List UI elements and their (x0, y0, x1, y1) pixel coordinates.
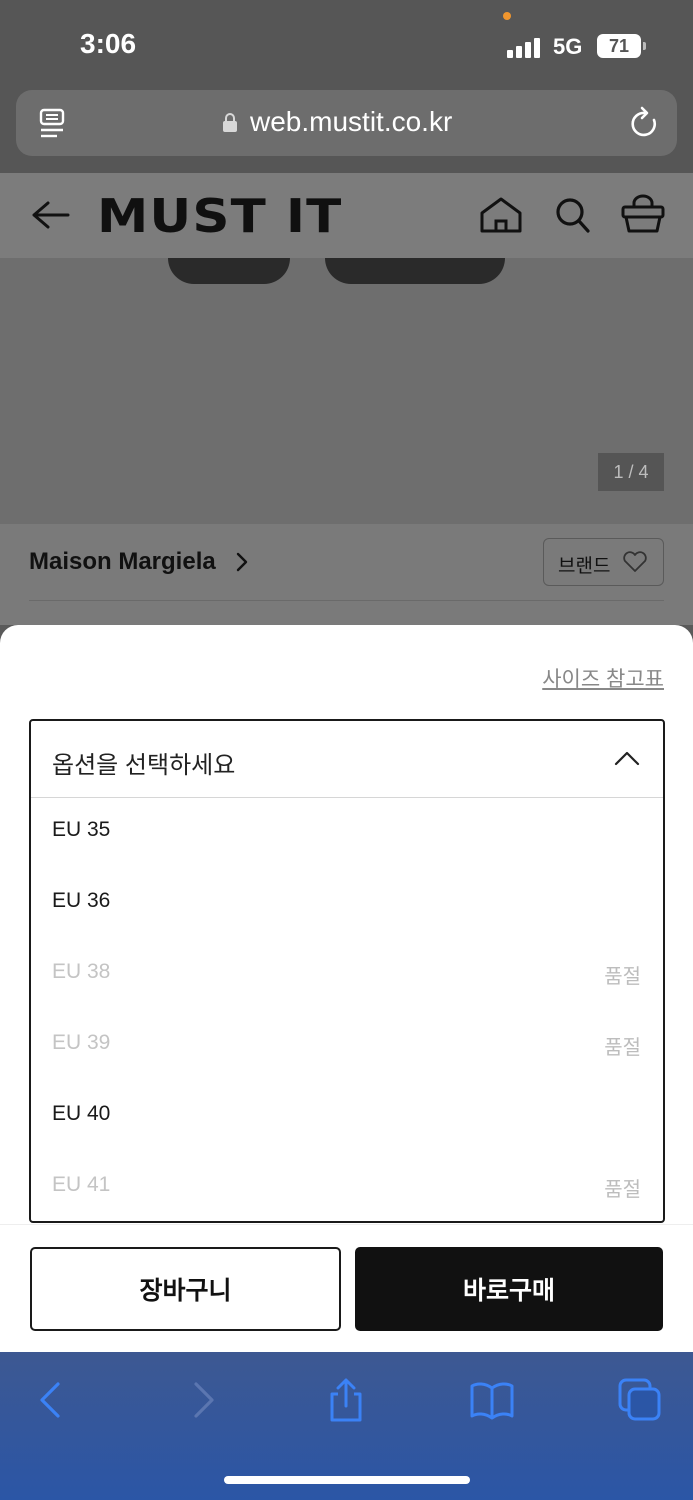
status-time: 3:06 (80, 28, 137, 59)
select-placeholder: 옵션을 선택하세요 (52, 752, 236, 779)
option-label: EU 40 (52, 1102, 111, 1125)
option-label: EU 35 (52, 818, 111, 841)
forward-icon (194, 1382, 214, 1418)
tabs-icon[interactable] (618, 1378, 662, 1422)
battery-icon: 71 (597, 34, 641, 58)
bookmarks-icon[interactable] (470, 1378, 514, 1422)
option-label: EU 36 (52, 889, 111, 912)
brand-like-button[interactable]: 브랜드 (543, 538, 664, 586)
heart-icon (623, 551, 647, 572)
chevron-up-icon[interactable] (614, 750, 640, 766)
brand-row: Maison Margiela 브랜드 (0, 524, 693, 625)
option-item[interactable]: EU 40 (31, 1082, 663, 1153)
purchase-action-bar: 장바구니 바로구매 (0, 1224, 693, 1352)
size-guide-link[interactable]: 사이즈 참고표 (542, 663, 664, 693)
option-label: EU 41 (52, 1173, 111, 1196)
signal-strength-icon (507, 36, 543, 58)
site-logo[interactable]: MUST IT (97, 189, 342, 243)
chevron-right-icon[interactable] (236, 552, 248, 572)
cart-icon[interactable] (620, 193, 666, 235)
shoe-sole-right (325, 258, 505, 284)
option-label: EU 38 (52, 960, 111, 983)
add-to-cart-button[interactable]: 장바구니 (30, 1247, 341, 1331)
reload-icon[interactable] (630, 106, 660, 140)
option-item[interactable]: EU 36 (31, 869, 663, 940)
option-list: EU 35 EU 36 EU 38 품절 EU 39 품절 EU 40 EU 4… (31, 798, 663, 1221)
soldout-badge: 품절 (604, 1179, 641, 1201)
status-bar: 3:06 5G 71 (0, 0, 693, 90)
shoe-sole-left (168, 258, 290, 284)
option-item-soldout: EU 41 품절 (31, 1153, 663, 1221)
browser-top-bar: web.mustit.co.kr (0, 90, 693, 173)
home-indicator (224, 1476, 470, 1484)
network-type: 5G (553, 34, 583, 59)
soldout-badge: 품절 (604, 966, 641, 988)
battery-tip (643, 42, 646, 50)
option-item-soldout: EU 38 품절 (31, 940, 663, 1011)
search-icon[interactable] (553, 195, 591, 235)
brand-like-label: 브랜드 (558, 556, 611, 577)
share-icon[interactable] (324, 1378, 368, 1422)
option-label: EU 39 (52, 1031, 111, 1054)
buy-now-button[interactable]: 바로구매 (355, 1247, 663, 1331)
privacy-indicator-dot (503, 12, 511, 20)
option-item-soldout: EU 39 품절 (31, 1011, 663, 1082)
option-item[interactable]: EU 35 (31, 798, 663, 869)
option-select-header[interactable]: 옵션을 선택하세요 (31, 721, 663, 798)
lock-icon (223, 113, 237, 132)
url-text[interactable]: web.mustit.co.kr (250, 106, 452, 138)
option-select[interactable]: 옵션을 선택하세요 EU 35 EU 36 EU 38 품절 EU 39 품절 (29, 719, 665, 1223)
brand-name[interactable]: Maison Margiela (29, 548, 216, 576)
reader-icon[interactable] (38, 108, 66, 140)
site-header: MUST IT (0, 173, 693, 258)
soldout-badge: 품절 (604, 1037, 641, 1059)
address-bar[interactable]: web.mustit.co.kr (16, 90, 677, 156)
product-image[interactable]: 1 / 4 (0, 258, 693, 524)
back-icon[interactable] (30, 1378, 74, 1422)
home-icon[interactable] (478, 195, 524, 235)
option-bottom-sheet: 사이즈 참고표 옵션을 선택하세요 EU 35 EU 36 EU 38 품절 E… (0, 625, 693, 1352)
safari-toolbar (0, 1352, 693, 1500)
image-counter: 1 / 4 (598, 453, 664, 491)
divider (29, 600, 664, 601)
back-arrow-icon[interactable] (30, 199, 70, 231)
